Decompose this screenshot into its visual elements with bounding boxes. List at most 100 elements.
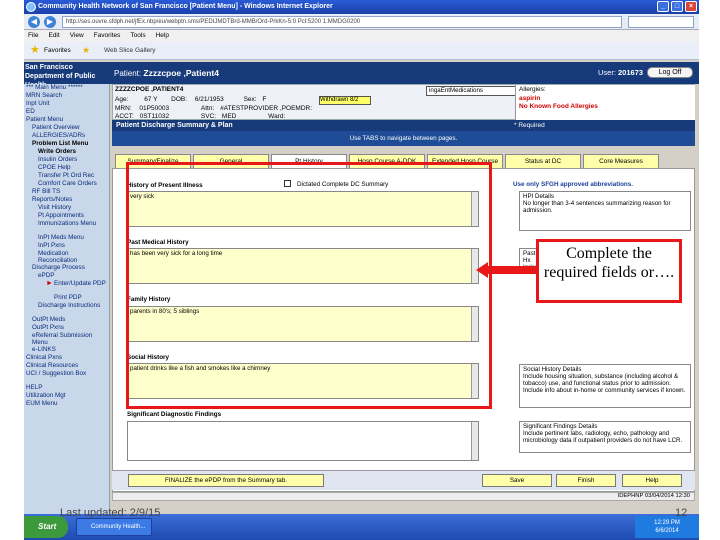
- nav-item-label: Inpt Unit: [26, 100, 50, 107]
- patient-header: Patient: Zzzzcpoe ,Patient4: [114, 68, 219, 78]
- nav-item[interactable]: Patient Menu: [24, 116, 109, 124]
- sdf-help-box: Significant Findings Details Include per…: [519, 421, 691, 453]
- nav-item[interactable]: Pt Appointments: [24, 212, 109, 220]
- nav-item[interactable]: ► Enter/Update PDP: [24, 280, 109, 294]
- status-field[interactable]: Withdrawn 8/2: [319, 96, 371, 105]
- favorites-button[interactable]: Favorites: [44, 42, 71, 60]
- attn-value: #ATESTPROVIDER ,POEMDR:: [220, 105, 313, 112]
- nav-item[interactable]: eReferral Submission Menu: [24, 332, 109, 346]
- nav-item[interactable]: ED: [24, 108, 109, 116]
- scrollbar[interactable]: [471, 422, 478, 460]
- menu-view[interactable]: View: [70, 30, 84, 42]
- system-tray: 12:29 PM 6/6/2014: [635, 516, 699, 538]
- hpi-help-text: No longer than 3-4 sentences summarizing…: [523, 200, 671, 214]
- forward-icon[interactable]: ▶: [44, 16, 56, 28]
- favorites-bar: ★ Favorites ★ Web Slice Gallery: [24, 42, 699, 60]
- finalize-button[interactable]: FINALIZE the ePDP from the Summary tab.: [128, 474, 324, 487]
- tab-status-at-dc[interactable]: Status at DC: [505, 154, 581, 168]
- nav-item-label: e-LINKS: [32, 346, 56, 353]
- nav-item[interactable]: Inpt Unit: [24, 100, 109, 108]
- nav-item[interactable]: Insulin Orders: [24, 156, 109, 164]
- nav-item[interactable]: Write Orders: [24, 148, 109, 156]
- banner-row-acct: ACCT: 0ST11032 SVC: MED Ward:: [115, 113, 285, 120]
- nav-item[interactable]: Medication Reconciliation: [24, 250, 109, 264]
- age-value: 67 Y: [144, 96, 158, 103]
- status-line: IDEPHNP 03/04/2014 12:30: [112, 492, 695, 501]
- allergy-box: Allergies: aspirin No Known Food Allergi…: [515, 85, 695, 121]
- nav-item[interactable]: Visit History: [24, 204, 109, 212]
- acct-label: ACCT:: [115, 113, 134, 120]
- attn-label: Attn:: [200, 105, 215, 112]
- nav-item[interactable]: Clinical Resources: [24, 362, 109, 370]
- sdf-help-title: Significant Findings Details: [523, 423, 598, 430]
- nav-item[interactable]: *** Main Menu ******: [24, 84, 109, 92]
- nav-item[interactable]: Print PDP: [24, 294, 109, 302]
- nav-item[interactable]: EUM Menu: [24, 400, 109, 408]
- nav-item[interactable]: Reports/Notes: [24, 196, 109, 204]
- nav-item[interactable]: Patient Overview: [24, 124, 109, 132]
- nav-item[interactable]: Discharge Process: [24, 264, 109, 272]
- nav-item-label: Enter/Update PDP: [54, 280, 106, 287]
- window-title: Community Health Network of San Francisc…: [38, 3, 333, 10]
- nav-item-label: ALLERGIES/ADRs: [32, 132, 86, 139]
- nav-item-label: Medication Reconciliation: [38, 250, 78, 264]
- nav-item-label: *** Main Menu ******: [26, 84, 83, 91]
- nav-item[interactable]: CPOE Help: [24, 164, 109, 172]
- favorites-star-icon[interactable]: ★: [30, 45, 40, 56]
- nav-item-label: EUM Menu: [26, 400, 58, 407]
- search-input[interactable]: [628, 16, 694, 28]
- nav-item[interactable]: e-LINKS: [24, 346, 109, 354]
- nav-item[interactable]: Transfer Pt Ord Rec: [24, 172, 109, 180]
- finish-button[interactable]: Finish: [556, 474, 616, 487]
- address-bar[interactable]: http://ses.ouvre.sfdph.net/jfEx.nbp/eu/w…: [62, 16, 622, 28]
- nav-item[interactable]: InPt Pxns: [24, 242, 109, 250]
- nav-item[interactable]: Comfort Care Orders: [24, 180, 109, 188]
- nav-item[interactable]: Discharge Instructions: [24, 302, 109, 316]
- sdf-textarea[interactable]: [127, 421, 479, 461]
- nav-item[interactable]: ALLERGIES/ADRs: [24, 132, 109, 140]
- nav-item[interactable]: ePDP: [24, 272, 109, 280]
- close-icon[interactable]: ×: [685, 1, 697, 12]
- nav-item[interactable]: HELP: [24, 384, 109, 392]
- nav-item-label: RF Bill TS: [32, 188, 61, 195]
- nav-item-label: Discharge Instructions: [38, 302, 101, 309]
- maximize-icon[interactable]: □: [671, 1, 683, 12]
- nav-item[interactable]: InPt Meds Menu: [24, 234, 109, 242]
- slide: Community Health Network of San Francisc…: [0, 0, 720, 540]
- nav-item[interactable]: Problem List Menu: [24, 140, 109, 148]
- menu-edit[interactable]: Edit: [48, 30, 59, 42]
- nav-item[interactable]: OutPt Meds: [24, 316, 109, 324]
- nav-item[interactable]: UCI / Suggestion Box: [24, 370, 109, 384]
- menu-file[interactable]: File: [28, 30, 38, 42]
- logoff-button[interactable]: Log Off: [647, 67, 693, 78]
- status-stamp: IDEPHNP 03/04/2014 12:30: [617, 493, 690, 499]
- nav-item[interactable]: Utilization Mgt: [24, 392, 109, 400]
- nav-item[interactable]: MRN Search: [24, 92, 109, 100]
- nav-item[interactable]: OutPt Pxns: [24, 324, 109, 332]
- tab-core-measures[interactable]: Core Measures: [583, 154, 659, 168]
- nav-item-label: MRN Search: [26, 92, 63, 99]
- nav-item[interactable]: Clinical Pxns: [24, 354, 109, 362]
- web-slice-gallery-link[interactable]: Web Slice Gallery: [104, 42, 156, 60]
- nav-item-label: UCI / Suggestion Box: [26, 370, 87, 377]
- clock-date: 6/6/2014: [655, 528, 679, 534]
- banner-row-mrn: MRN: 01P50003 Attn: #ATESTPROVIDER ,POEM…: [115, 105, 312, 112]
- required-fields-highlight: [126, 162, 492, 409]
- start-button[interactable]: Start: [24, 516, 68, 538]
- task-button[interactable]: Community Health...: [76, 518, 152, 536]
- nav-item-label: Utilization Mgt: [26, 392, 66, 399]
- help-button[interactable]: Help: [622, 474, 682, 487]
- minimize-icon[interactable]: _: [657, 1, 669, 12]
- back-icon[interactable]: ◀: [28, 16, 40, 28]
- user-info: User: 201673: [598, 68, 643, 77]
- nav-item[interactable]: Immunizations Menu: [24, 220, 109, 234]
- save-button[interactable]: Save: [482, 474, 552, 487]
- tab-nav-hint: Use TABS to navigate between pages.: [112, 131, 695, 146]
- menu-bar: File Edit View Favorites Tools Help: [24, 30, 699, 42]
- nav-item[interactable]: RF Bill TS: [24, 188, 109, 196]
- menu-help[interactable]: Help: [156, 30, 169, 42]
- menu-tools[interactable]: Tools: [130, 30, 145, 42]
- add-favorite-icon[interactable]: ★: [82, 46, 90, 55]
- menu-favorites[interactable]: Favorites: [94, 30, 121, 42]
- nav-item-label: Clinical Pxns: [26, 354, 63, 361]
